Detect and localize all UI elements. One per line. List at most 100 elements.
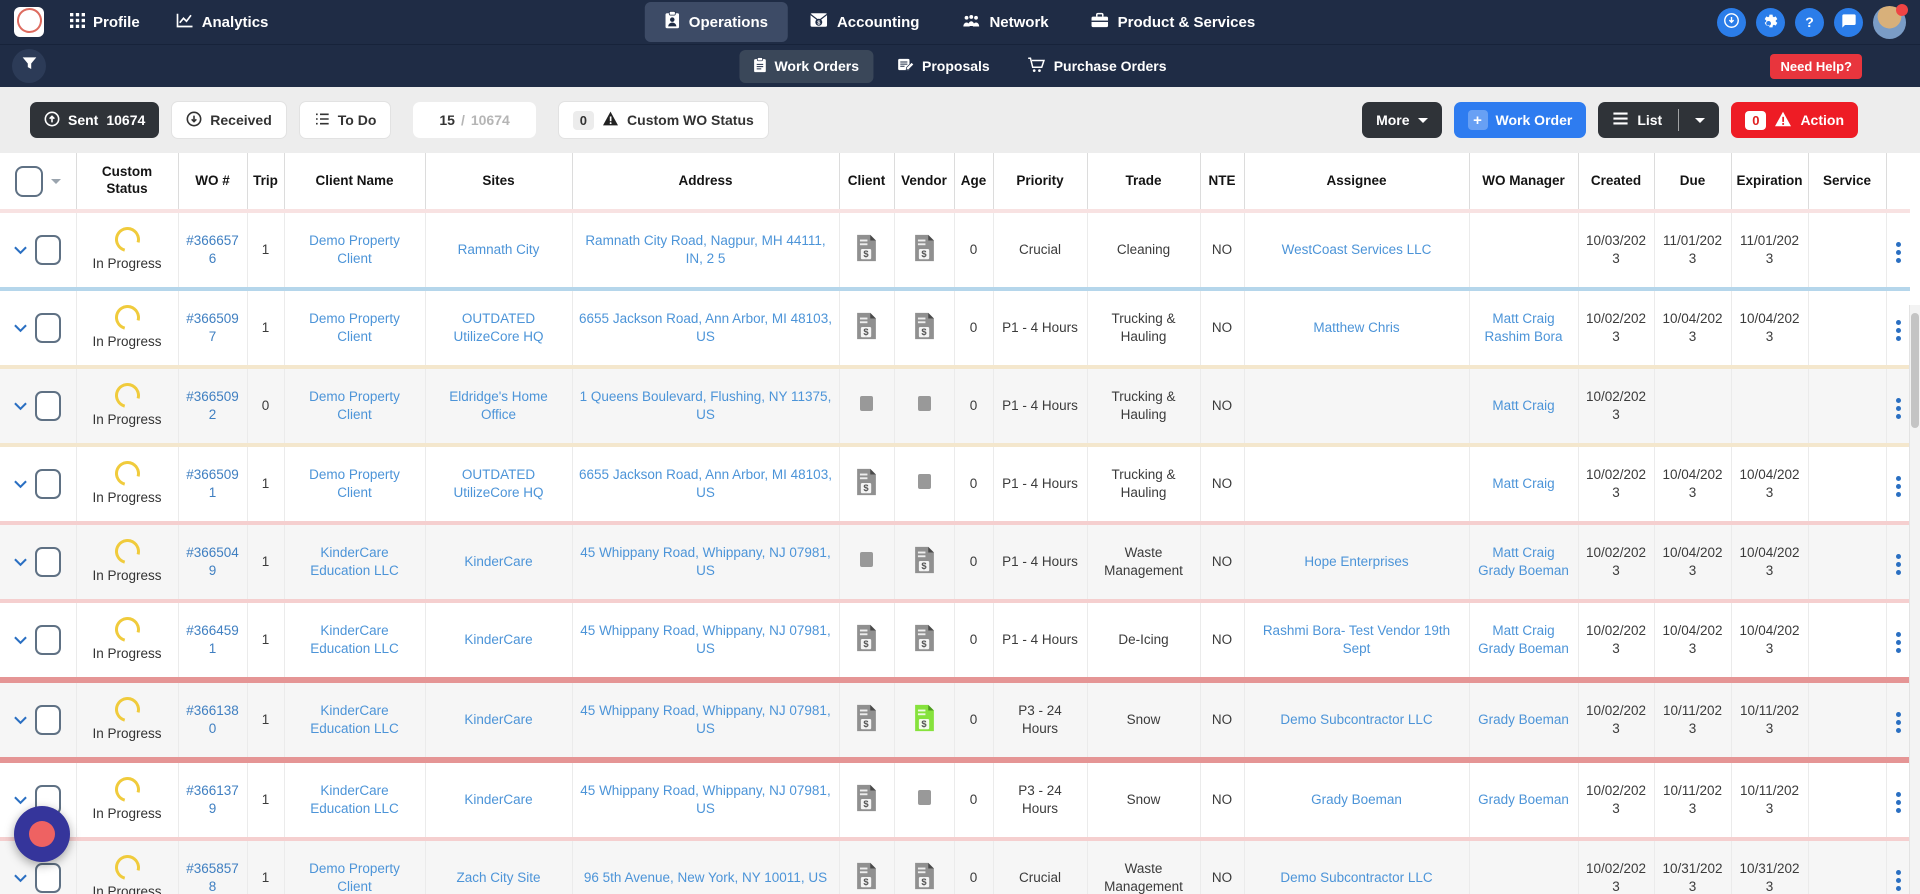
address-link[interactable]: 45 Whippany Road, Whippany, NJ 07981, US <box>580 545 830 578</box>
row-menu-button[interactable] <box>1893 789 1904 816</box>
client-invoice-icon[interactable] <box>860 396 873 414</box>
row-menu-button[interactable] <box>1893 317 1904 344</box>
client-invoice-icon[interactable]: $ <box>855 312 878 344</box>
site-link[interactable]: KinderCare <box>464 632 532 647</box>
client-name-link[interactable]: Demo Property Client <box>309 467 400 500</box>
chevron-down-icon[interactable] <box>14 558 28 567</box>
client-invoice-icon[interactable] <box>860 552 873 570</box>
site-link[interactable]: OUTDATED UtilizeCore HQ <box>453 311 543 344</box>
wo-number-link[interactable]: #3666576 <box>186 233 239 266</box>
row-checkbox[interactable] <box>35 705 62 735</box>
client-name-link[interactable]: Demo Property Client <box>309 389 400 422</box>
address-link[interactable]: 1 Queens Boulevard, Flushing, NY 11375, … <box>580 389 832 422</box>
vendor-invoice-icon[interactable]: $ <box>913 546 936 578</box>
vendor-invoice-icon[interactable] <box>917 474 931 492</box>
address-link[interactable]: 45 Whippany Road, Whippany, NJ 07981, US <box>580 623 830 656</box>
site-link[interactable]: Eldridge's Home Office <box>449 389 548 422</box>
wo-number-link[interactable]: #3665049 <box>186 545 239 578</box>
chevron-down-icon[interactable] <box>14 324 28 333</box>
filter-button[interactable] <box>12 49 46 83</box>
address-link[interactable]: 45 Whippany Road, Whippany, NJ 07981, US <box>580 783 830 816</box>
client-invoice-icon[interactable]: $ <box>855 624 878 656</box>
nav-item-profile[interactable]: Profile <box>70 12 140 32</box>
vendor-invoice-icon[interactable] <box>917 790 931 808</box>
tab-proposals[interactable]: Proposals <box>883 50 1004 83</box>
client-invoice-icon[interactable]: $ <box>855 784 878 816</box>
client-name-link[interactable]: Demo Property Client <box>309 233 400 266</box>
row-checkbox[interactable] <box>35 469 62 499</box>
chevron-down-icon[interactable] <box>14 636 28 645</box>
tab-operations[interactable]: Operations <box>644 2 788 42</box>
client-invoice-icon[interactable]: $ <box>855 468 878 500</box>
custom-wo-status-button[interactable]: 0 Custom WO Status <box>557 101 769 139</box>
download-button[interactable] <box>1717 7 1746 37</box>
site-link[interactable]: KinderCare <box>464 712 532 727</box>
assignee-link[interactable]: Hope Enterprises <box>1304 554 1408 569</box>
action-button[interactable]: 0 Action <box>1731 102 1858 138</box>
site-link[interactable]: OUTDATED UtilizeCore HQ <box>453 467 543 500</box>
avatar[interactable] <box>1873 3 1908 39</box>
row-menu-button[interactable] <box>1893 395 1904 422</box>
more-button[interactable]: More <box>1362 102 1442 138</box>
row-menu-button[interactable] <box>1893 629 1904 656</box>
row-menu-button[interactable] <box>1893 473 1904 500</box>
address-link[interactable]: 96 5th Avenue, New York, NY 10011, US <box>584 870 827 885</box>
vendor-invoice-icon[interactable]: $ <box>913 312 936 344</box>
vendor-invoice-icon[interactable]: $ <box>913 234 936 266</box>
row-checkbox[interactable] <box>35 547 62 577</box>
settings-button[interactable] <box>1756 7 1785 37</box>
row-checkbox[interactable] <box>35 235 62 265</box>
assignee-link[interactable]: Demo Subcontractor LLC <box>1280 712 1432 727</box>
sent-button[interactable]: Sent 10674 <box>30 102 160 138</box>
client-invoice-icon[interactable]: $ <box>855 862 878 894</box>
vendor-invoice-icon[interactable]: $ <box>913 862 936 894</box>
tab-network[interactable]: Network <box>941 2 1068 42</box>
wo-manager-link[interactable]: Matt Craig <box>1492 476 1554 491</box>
client-name-link[interactable]: KinderCare Education LLC <box>310 783 399 816</box>
wo-number-link[interactable]: #3664591 <box>186 623 239 656</box>
help-button[interactable]: ? <box>1795 7 1824 37</box>
address-link[interactable]: 6655 Jackson Road, Ann Arbor, MI 48103, … <box>579 311 832 344</box>
chevron-down-icon[interactable] <box>14 716 28 725</box>
wo-number-link[interactable]: #3658578 <box>186 861 239 894</box>
row-menu-button[interactable] <box>1893 867 1904 894</box>
assignee-link[interactable]: WestCoast Services LLC <box>1282 242 1432 257</box>
tab-purchase-orders[interactable]: Purchase Orders <box>1014 50 1181 83</box>
wo-manager-link[interactable]: Matt Craig Rashim Bora <box>1484 311 1562 344</box>
site-link[interactable]: KinderCare <box>464 554 532 569</box>
vertical-scrollbar[interactable] <box>1909 305 1920 894</box>
address-link[interactable]: 45 Whippany Road, Whippany, NJ 07981, US <box>580 703 830 736</box>
todo-button[interactable]: To Do <box>298 101 392 139</box>
row-menu-button[interactable] <box>1893 551 1904 578</box>
add-work-order-button[interactable]: + Work Order <box>1453 102 1587 138</box>
tab-product-services[interactable]: Product & Services <box>1071 2 1276 42</box>
site-link[interactable]: Zach City Site <box>456 870 540 885</box>
select-menu-caret-icon[interactable] <box>50 178 61 184</box>
wo-manager-link[interactable]: Matt Craig <box>1492 398 1554 413</box>
tab-accounting[interactable]: $ Accounting <box>790 2 940 42</box>
assignee-link[interactable]: Demo Subcontractor LLC <box>1280 870 1432 885</box>
address-link[interactable]: 6655 Jackson Road, Ann Arbor, MI 48103, … <box>579 467 832 500</box>
address-link[interactable]: Ramnath City Road, Nagpur, MH 44111, IN,… <box>585 233 825 266</box>
wo-number-link[interactable]: #3661380 <box>186 703 239 736</box>
tab-work-orders[interactable]: Work Orders <box>739 49 873 83</box>
row-checkbox[interactable] <box>35 391 62 421</box>
wo-manager-link[interactable]: Grady Boeman <box>1478 792 1569 807</box>
chevron-down-icon[interactable] <box>14 874 28 883</box>
chevron-down-icon[interactable] <box>14 480 28 489</box>
vendor-invoice-icon[interactable]: $ <box>913 624 936 656</box>
company-logo[interactable] <box>11 3 47 38</box>
nav-item-analytics[interactable]: Analytics <box>176 13 268 32</box>
row-menu-button[interactable] <box>1893 239 1904 266</box>
client-invoice-icon[interactable]: $ <box>855 704 878 736</box>
row-checkbox[interactable] <box>35 625 62 655</box>
assignee-link[interactable]: Grady Boeman <box>1311 792 1402 807</box>
list-view-button[interactable]: List <box>1598 102 1720 138</box>
row-checkbox[interactable] <box>35 863 62 893</box>
wo-manager-link[interactable]: Grady Boeman <box>1478 712 1569 727</box>
chat-button[interactable] <box>1834 7 1863 37</box>
wo-number-link[interactable]: #3665097 <box>186 311 239 344</box>
select-all-checkbox[interactable] <box>14 165 43 197</box>
assignee-link[interactable]: Matthew Chris <box>1313 320 1399 335</box>
site-link[interactable]: Ramnath City <box>458 242 540 257</box>
